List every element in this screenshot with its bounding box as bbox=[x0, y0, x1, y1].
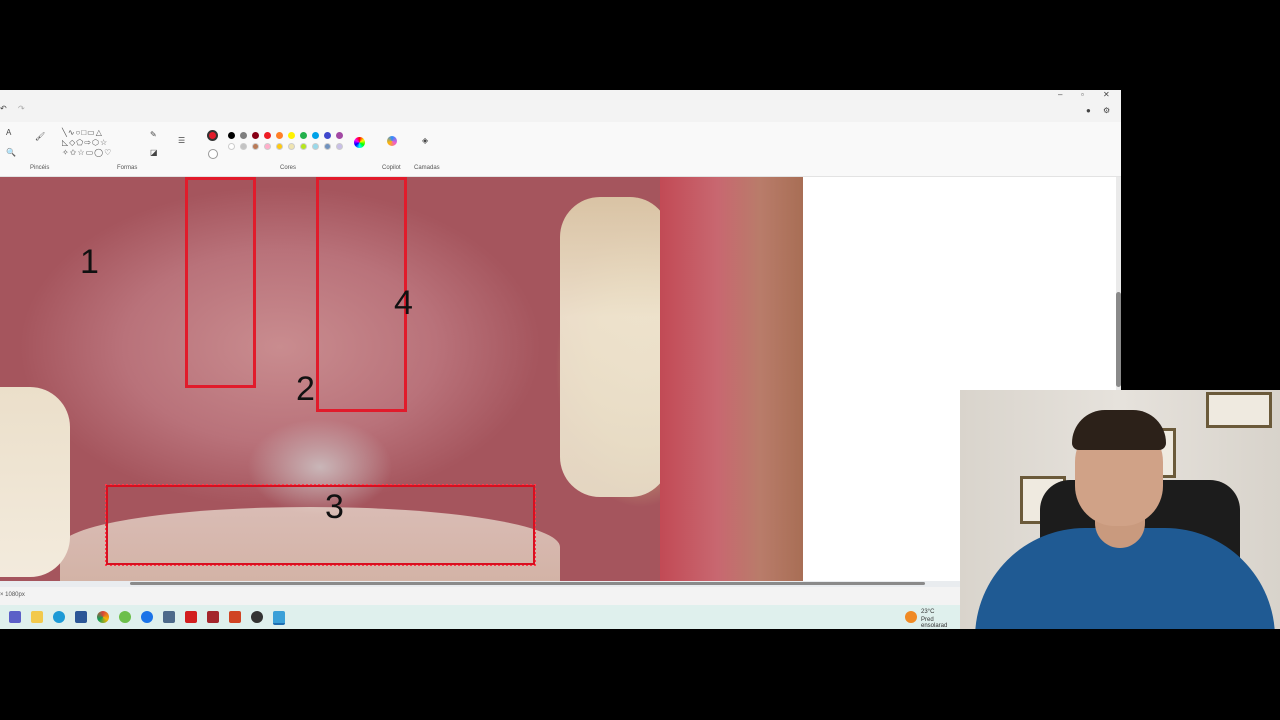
color-swatch[interactable] bbox=[300, 132, 307, 139]
color-swatch[interactable] bbox=[252, 143, 259, 150]
color-swatch[interactable] bbox=[300, 143, 307, 150]
annotation-number-1: 1 bbox=[80, 243, 99, 281]
color-swatch[interactable] bbox=[240, 143, 247, 150]
annotation-box-bottom[interactable] bbox=[105, 484, 536, 566]
color-swatch[interactable] bbox=[336, 143, 343, 150]
app-green-icon[interactable] bbox=[119, 611, 131, 623]
weather-description: Pred ensolarad bbox=[921, 617, 948, 629]
vertical-scroll-thumb[interactable] bbox=[1116, 292, 1121, 387]
powerpoint-icon[interactable] bbox=[229, 611, 241, 623]
color-swatch[interactable] bbox=[312, 143, 319, 150]
color-swatch[interactable] bbox=[276, 143, 283, 150]
secondary-color-swatch[interactable] bbox=[208, 149, 218, 159]
color-swatch[interactable] bbox=[336, 132, 343, 139]
copilot-icon[interactable] bbox=[387, 136, 397, 146]
edit-colors-icon[interactable] bbox=[354, 137, 365, 148]
annotation-number-2: 2 bbox=[296, 370, 315, 408]
app-dark-icon[interactable] bbox=[251, 611, 263, 623]
file-explorer-icon[interactable] bbox=[31, 611, 43, 623]
size-icon[interactable]: ☰ bbox=[178, 136, 185, 145]
webcam-overlay bbox=[960, 390, 1280, 629]
redo-icon[interactable]: ↷ bbox=[18, 104, 25, 113]
color-swatch[interactable] bbox=[228, 143, 235, 150]
color-swatch[interactable] bbox=[264, 132, 271, 139]
right-teeth bbox=[560, 197, 670, 497]
chrome-icon[interactable] bbox=[97, 611, 109, 623]
left-teeth bbox=[0, 387, 70, 577]
account-icon[interactable]: ● bbox=[1086, 106, 1091, 115]
layers-icon[interactable]: ◈ bbox=[422, 136, 428, 145]
layers-group-label: Camadas bbox=[414, 165, 440, 171]
active-color-swatch[interactable] bbox=[207, 130, 218, 141]
settings-gear-icon[interactable]: ⚙ bbox=[1103, 106, 1110, 115]
color-swatch[interactable] bbox=[264, 143, 271, 150]
shapes-group-label: Formas bbox=[117, 165, 138, 171]
outline-icon[interactable]: ✎ bbox=[150, 130, 157, 139]
horizontal-scroll-thumb[interactable] bbox=[130, 582, 925, 585]
zoom-tool-icon[interactable]: 🔍 bbox=[6, 148, 16, 157]
shapes-gallery[interactable]: ╲∿○□▭△ ◺◇⬠⇨⬡☆ ✧✩☆▭◯♡ bbox=[62, 128, 140, 158]
color-swatch[interactable] bbox=[312, 132, 319, 139]
close-button[interactable]: ✕ bbox=[1103, 90, 1110, 99]
color-swatch[interactable] bbox=[324, 143, 331, 150]
color-swatch[interactable] bbox=[228, 132, 235, 139]
fill-icon[interactable]: ◪ bbox=[150, 148, 158, 157]
app-blue-icon[interactable] bbox=[141, 611, 153, 623]
title-bar: ↶ ↷ – ▫ ✕ ● ⚙ bbox=[0, 90, 1121, 122]
ribbon-toolbar: A 🔍 🖌 Pincéis ╲∿○□▭△ ◺◇⬠⇨⬡☆ ✧✩☆▭◯♡ Formas … bbox=[0, 122, 1121, 177]
canvas-dimensions: × 1080px bbox=[0, 592, 25, 598]
access-icon[interactable] bbox=[207, 611, 219, 623]
undo-icon[interactable]: ↶ bbox=[0, 104, 7, 113]
acrobat-icon[interactable] bbox=[185, 611, 197, 623]
text-tool-icon[interactable]: A bbox=[6, 128, 11, 137]
status-bar: × 1080px bbox=[0, 587, 1121, 603]
color-swatch[interactable] bbox=[240, 132, 247, 139]
teams-icon[interactable] bbox=[9, 611, 21, 623]
paint-window: ↶ ↷ – ▫ ✕ ● ⚙ A 🔍 🖌 Pincéis ╲∿○□▭△ ◺◇⬠⇨⬡☆… bbox=[0, 90, 1121, 629]
canvas-area[interactable]: 1 2 3 4 bbox=[0, 177, 1116, 587]
lower-lip bbox=[660, 177, 803, 581]
paint-icon[interactable] bbox=[273, 611, 285, 625]
app-grey-icon[interactable] bbox=[163, 611, 175, 623]
minimize-button[interactable]: – bbox=[1058, 90, 1062, 99]
annotation-box-left[interactable] bbox=[185, 177, 256, 388]
color-swatch[interactable] bbox=[324, 132, 331, 139]
colors-group-label: Cores bbox=[280, 165, 297, 171]
weather-icon[interactable] bbox=[905, 611, 917, 623]
weather-temperature: 23°C bbox=[921, 609, 935, 615]
oral-cavity-photo[interactable]: 1 2 3 4 bbox=[0, 177, 803, 581]
annotation-number-4: 4 bbox=[394, 284, 413, 322]
wall-frame-top-right bbox=[1206, 392, 1272, 428]
copilot-group-label: Copilot bbox=[382, 165, 401, 171]
color-swatch[interactable] bbox=[288, 132, 295, 139]
brushes-group-label: Pincéis bbox=[30, 165, 50, 171]
color-swatch[interactable] bbox=[252, 132, 259, 139]
taskbar: 23°C Pred ensolarad bbox=[0, 605, 960, 629]
store-icon[interactable] bbox=[75, 611, 87, 623]
annotation-number-3: 3 bbox=[325, 488, 344, 526]
person-hair bbox=[1072, 410, 1166, 450]
color-swatch[interactable] bbox=[288, 143, 295, 150]
edge-icon[interactable] bbox=[53, 611, 65, 623]
maximize-button[interactable]: ▫ bbox=[1081, 90, 1084, 99]
brush-icon[interactable]: 🖌 bbox=[35, 132, 45, 141]
color-swatch[interactable] bbox=[276, 132, 283, 139]
